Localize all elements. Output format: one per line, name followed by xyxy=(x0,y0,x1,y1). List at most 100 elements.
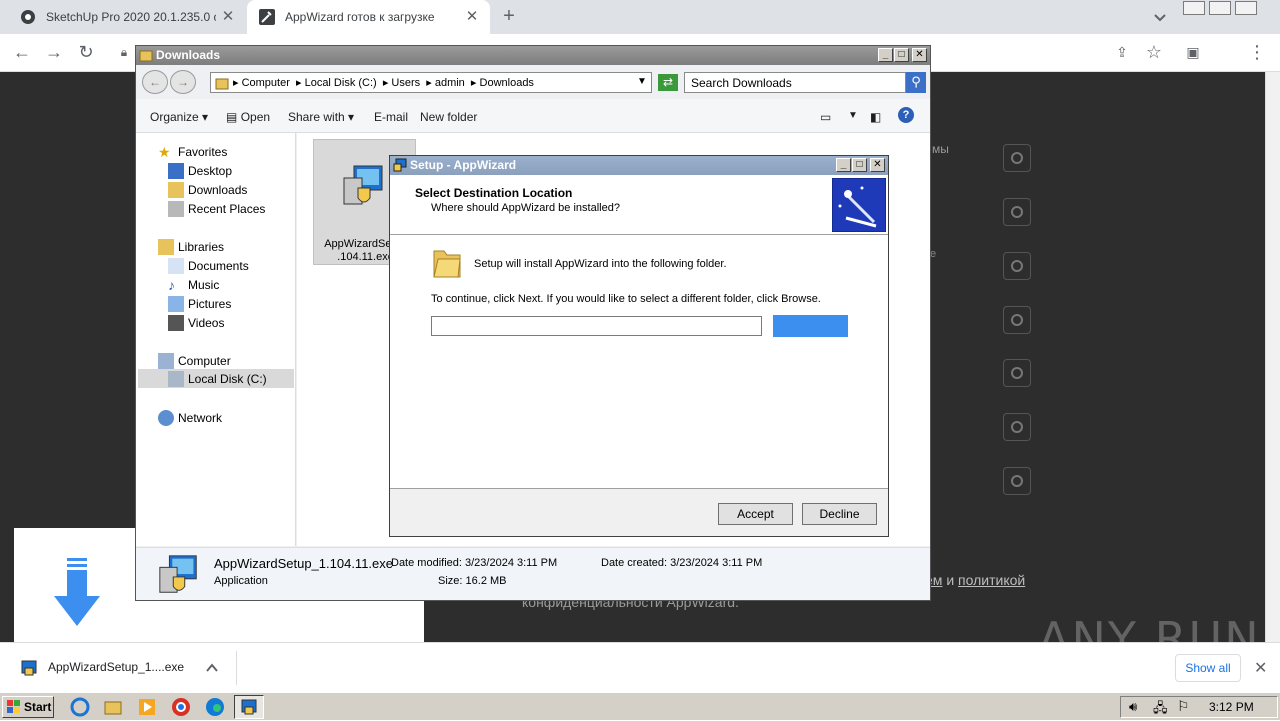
nav-computer[interactable]: Computer xyxy=(158,351,231,370)
nav-music[interactable]: ♪ Music xyxy=(168,275,219,294)
media-player-icon[interactable] xyxy=(137,697,157,717)
speed-icon[interactable] xyxy=(1003,198,1031,226)
setup-heading: Select Destination Location xyxy=(415,186,573,200)
reload-button[interactable]: ↻ xyxy=(76,42,96,62)
policy-link[interactable]: политикой xyxy=(958,572,1025,588)
maximize-button[interactable]: □ xyxy=(894,48,909,62)
nav-pictures[interactable]: Pictures xyxy=(168,294,231,313)
chrome-icon[interactable] xyxy=(171,697,191,717)
share-icon[interactable]: ⇪ xyxy=(1112,42,1132,62)
nav-documents[interactable]: Documents xyxy=(168,256,249,275)
lock-icon[interactable]: 🔒︎ xyxy=(114,42,134,62)
destination-path-input[interactable] xyxy=(431,316,762,336)
internet-explorer-icon[interactable] xyxy=(70,697,90,717)
monitor-icon[interactable] xyxy=(1003,467,1031,495)
download-item-name[interactable]: AppWizardSetup_1....exe xyxy=(48,660,184,674)
nav-favorites[interactable]: ★ Favorites xyxy=(158,142,227,161)
menu-icon[interactable]: ⋮ xyxy=(1247,42,1267,62)
share-with-button[interactable]: Share with ▾ xyxy=(288,110,354,124)
nav-local-disk[interactable]: Local Disk (C:) xyxy=(138,369,294,388)
close-icon[interactable]: ✕ xyxy=(1254,658,1267,678)
nav-recent-places[interactable]: Recent Places xyxy=(168,199,265,218)
file-name-line2: .104.11.exe xyxy=(337,251,394,263)
email-button[interactable]: E-mail xyxy=(374,110,408,124)
close-button[interactable]: ✕ xyxy=(912,48,927,62)
gift-icon[interactable] xyxy=(1003,359,1031,387)
chevron-up-icon[interactable] xyxy=(205,661,219,675)
back-button[interactable]: ← xyxy=(12,42,32,62)
close-button[interactable] xyxy=(1235,1,1257,15)
clock[interactable]: 3:12 PM xyxy=(1209,700,1254,714)
explorer-title-bar[interactable]: Downloads _ □ ✕ xyxy=(136,46,930,65)
flag-icon[interactable]: ⚐ xyxy=(1177,698,1190,715)
windows-taskbar: Start 🔊︎ 🖧 ⚐ 3:12 PM xyxy=(0,692,1280,720)
side-panel-icon[interactable]: ▣ xyxy=(1183,42,1203,62)
view-icon[interactable]: ▭ xyxy=(820,110,831,124)
installer-file-icon xyxy=(159,555,197,593)
tab-title: AppWizard готов к загрузке xyxy=(285,10,435,24)
nav-desktop[interactable]: Desktop xyxy=(168,161,232,180)
maximize-button[interactable]: □ xyxy=(852,158,867,172)
chevron-down-icon[interactable]: ▼ xyxy=(637,76,647,87)
close-icon[interactable]: ✕ xyxy=(220,9,236,25)
setup-subheading: Where should AppWizard be installed? xyxy=(431,202,620,214)
organize-button[interactable]: Organize ▾ xyxy=(150,110,208,124)
breadcrumb-computer[interactable]: Computer xyxy=(242,77,290,89)
minimize-button[interactable]: _ xyxy=(836,158,851,172)
windows-icon[interactable] xyxy=(1003,306,1031,334)
setup-title-bar[interactable]: Setup - AppWizard _ □ ✕ xyxy=(390,156,888,175)
search-icon[interactable]: ⚲ xyxy=(906,72,926,93)
chevron-down-icon[interactable]: ▼ xyxy=(848,110,858,121)
minimize-button[interactable]: _ xyxy=(878,48,893,62)
tab-title: SketchUp Pro 2020 20.1.235.0 ска xyxy=(46,10,216,24)
new-folder-button[interactable]: New folder xyxy=(420,110,477,124)
setup-title: Setup - AppWizard xyxy=(410,158,517,172)
settings-icon[interactable] xyxy=(1003,144,1031,172)
close-button[interactable]: ✕ xyxy=(870,158,885,172)
nav-downloads[interactable]: Downloads xyxy=(168,180,247,199)
edge-icon[interactable] xyxy=(205,697,225,717)
shield-icon[interactable] xyxy=(1003,252,1031,280)
decline-button[interactable]: Decline xyxy=(802,503,877,525)
taskbar-setup-button[interactable] xyxy=(234,695,264,719)
folder-icon[interactable] xyxy=(103,697,123,717)
open-button[interactable]: ▤ Open xyxy=(226,110,270,124)
nav-network[interactable]: Network xyxy=(158,408,222,427)
new-tab-button[interactable]: + xyxy=(498,6,520,28)
nav-libraries[interactable]: Libraries xyxy=(158,237,224,256)
page-scrollbar[interactable] xyxy=(1265,72,1280,642)
help-icon[interactable]: ? xyxy=(898,107,914,123)
music-icon: ♪ xyxy=(168,276,175,293)
browse-button[interactable] xyxy=(773,315,848,337)
forward-button[interactable]: → xyxy=(44,42,64,62)
nav-videos[interactable]: Videos xyxy=(168,313,224,332)
address-bar[interactable]: ▸ Computer ▸ Local Disk (C:) ▸ Users ▸ a… xyxy=(210,72,652,93)
show-all-button[interactable]: Show all xyxy=(1175,654,1241,682)
breadcrumb: ▸ Computer ▸ Local Disk (C:) ▸ Users ▸ a… xyxy=(233,77,534,89)
breadcrumb-local-disk[interactable]: Local Disk (C:) xyxy=(305,77,377,89)
policy-text: ем и политикой xyxy=(925,572,1025,588)
breadcrumb-users[interactable]: Users xyxy=(391,77,420,89)
start-button[interactable]: Start xyxy=(2,696,54,718)
bookmark-star-icon[interactable]: ☆ xyxy=(1144,42,1164,62)
tab-appwizard[interactable]: AppWizard готов к загрузке ✕ xyxy=(247,0,490,34)
breadcrumb-admin[interactable]: admin xyxy=(435,77,465,89)
restore-button[interactable] xyxy=(1209,1,1231,15)
network-icon[interactable]: 🖧 xyxy=(1153,699,1168,721)
close-icon[interactable]: ✕ xyxy=(464,9,480,25)
forward-button[interactable]: → xyxy=(170,70,196,94)
tab-sketchup[interactable]: SketchUp Pro 2020 20.1.235.0 ска ✕ xyxy=(8,0,246,34)
minimize-button[interactable] xyxy=(1183,1,1205,15)
breadcrumb-downloads[interactable]: Downloads xyxy=(480,77,534,89)
search-input[interactable]: Search Downloads xyxy=(684,72,906,93)
accept-button[interactable]: Accept xyxy=(718,503,793,525)
preview-pane-icon[interactable]: ◧ xyxy=(870,110,881,124)
volume-icon[interactable]: 🔊︎ xyxy=(1129,699,1137,715)
translate-icon[interactable] xyxy=(1003,413,1031,441)
explorer-title: Downloads xyxy=(156,48,221,62)
nav-label: Favorites xyxy=(178,144,228,159)
value: 3/23/2024 3:11 PM xyxy=(465,557,558,569)
chevron-down-icon[interactable] xyxy=(1152,9,1168,25)
back-button[interactable]: ← xyxy=(142,70,168,94)
refresh-icon[interactable]: ⇄ xyxy=(658,74,678,91)
